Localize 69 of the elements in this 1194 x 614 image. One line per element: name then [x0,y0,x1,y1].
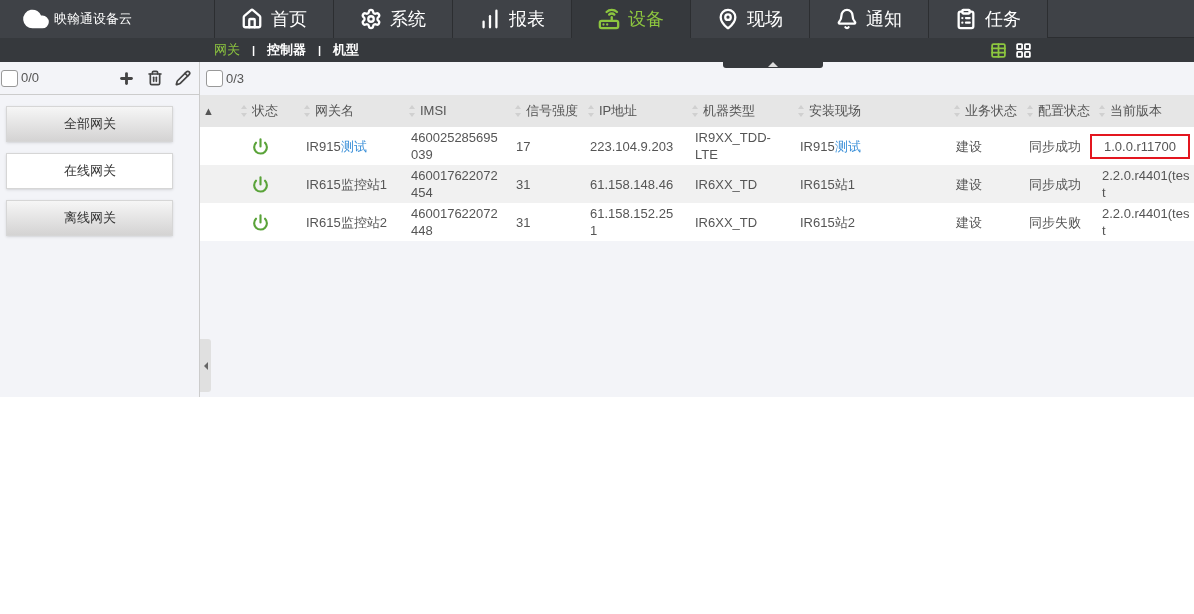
column-header[interactable]: 业务状态 [965,101,1017,121]
house-icon [241,8,263,30]
subnav-link[interactable]: 网关 [214,40,240,60]
collapse-handle[interactable] [200,339,211,392]
cell-text: IR615监控站1 [306,176,387,192]
brand-name: 映翰通设备云 [54,10,132,29]
cell-text: 建设 [956,214,982,230]
pencil-icon[interactable] [175,69,191,86]
clipboard-icon [955,8,977,30]
cell-text: IR9XX_TDD-LTE [695,130,771,162]
cell-text: IR6XX_TD [695,214,758,230]
filter-button[interactable]: 全部网关 [6,106,173,142]
cell-text: 223.104.9.203 [590,138,674,154]
cell-text: 建设 [956,138,982,154]
table-row[interactable]: IR615监控站1 460017622072454 31 61.158.148.46 IR6XX_TD IR615站1 建设 同步成功 2.2.0.r4401(test [200,165,1194,203]
column-header[interactable]: 网关名 [315,101,354,121]
separator: | [318,42,322,58]
cell-text: 同步成功 [1029,176,1081,192]
bar-chart-icon [479,8,501,30]
cell-text: IR615监控站2 [306,214,387,230]
table-view-icon[interactable] [990,41,1007,59]
collapse-tab[interactable] [723,62,823,68]
sort-arrow[interactable]: ▲ [200,102,240,120]
table-row[interactable]: IR615监控站2 460017622072448 31 61.158.152.251 IR6XX_TD IR615站2 建设 同步失败 2.2.0.r4401(test [200,203,1194,241]
column-header[interactable]: IMSI [420,101,447,121]
separator: | [252,42,256,58]
cell-text: 460017622072448 [411,206,498,238]
column-header[interactable]: 当前版本 [1110,101,1162,121]
subnav-link[interactable]: 机型 [333,40,360,60]
subnav-link[interactable]: 控制器 [267,40,307,60]
filter-button[interactable]: 在线网关 [6,153,173,189]
filter-button[interactable]: 离线网关 [6,200,173,236]
cell-text: 建设 [956,176,982,192]
cell-text: IR6XX_TD [695,176,758,192]
cell-text: 17 [516,138,531,154]
trash-icon[interactable] [147,69,163,86]
count-label: 0/3 [226,69,245,88]
map-pin-icon [717,8,739,30]
cell-text: 31 [516,176,531,192]
router-icon [598,8,620,30]
cell-text: 同步失败 [1029,214,1081,230]
cell-text: IR615站1 [800,176,855,192]
column-header[interactable]: 机器类型 [703,101,755,121]
tile-view-icon[interactable] [1015,41,1032,59]
cell-text: IR615站2 [800,214,855,230]
cell-text: 61.158.152.251 [590,206,674,238]
count-label: 0/0 [21,69,40,88]
cell-text: 460025285695039 [411,130,498,162]
add-icon[interactable] [118,69,135,87]
cell-text: 31 [516,214,531,230]
cell-text: 1.0.0.r11700 [1090,133,1191,159]
table-row[interactable]: IR915测试 460025285695039 17 223.104.9.203 IR9XX_TDD-LTE IR915测试 建设 同步成功 1.0.0.r11700 [200,127,1194,165]
column-header[interactable]: 安装现场 [809,101,861,121]
nav-tab[interactable]: 设备 [572,0,691,38]
cell-text: 2.2.0.r4401(test [1101,167,1191,201]
column-header[interactable]: 信号强度 [526,101,578,121]
cell-text: 同步成功 [1029,138,1081,154]
bell-icon [836,8,858,30]
cell-text: 2.2.0.r4401(test [1101,205,1191,239]
cell-text: 460017622072454 [411,168,498,200]
column-header[interactable]: 配置状态 [1038,101,1090,121]
gear-icon [360,8,382,30]
checkbox[interactable] [1,69,18,87]
column-header[interactable]: 状态 [252,101,278,121]
cell-text: IR915测试 [306,138,367,154]
column-header[interactable]: IP地址 [599,101,638,121]
cell-text: 61.158.148.46 [590,176,674,192]
cell-text: IR915测试 [800,138,861,154]
checkbox[interactable] [206,70,223,87]
